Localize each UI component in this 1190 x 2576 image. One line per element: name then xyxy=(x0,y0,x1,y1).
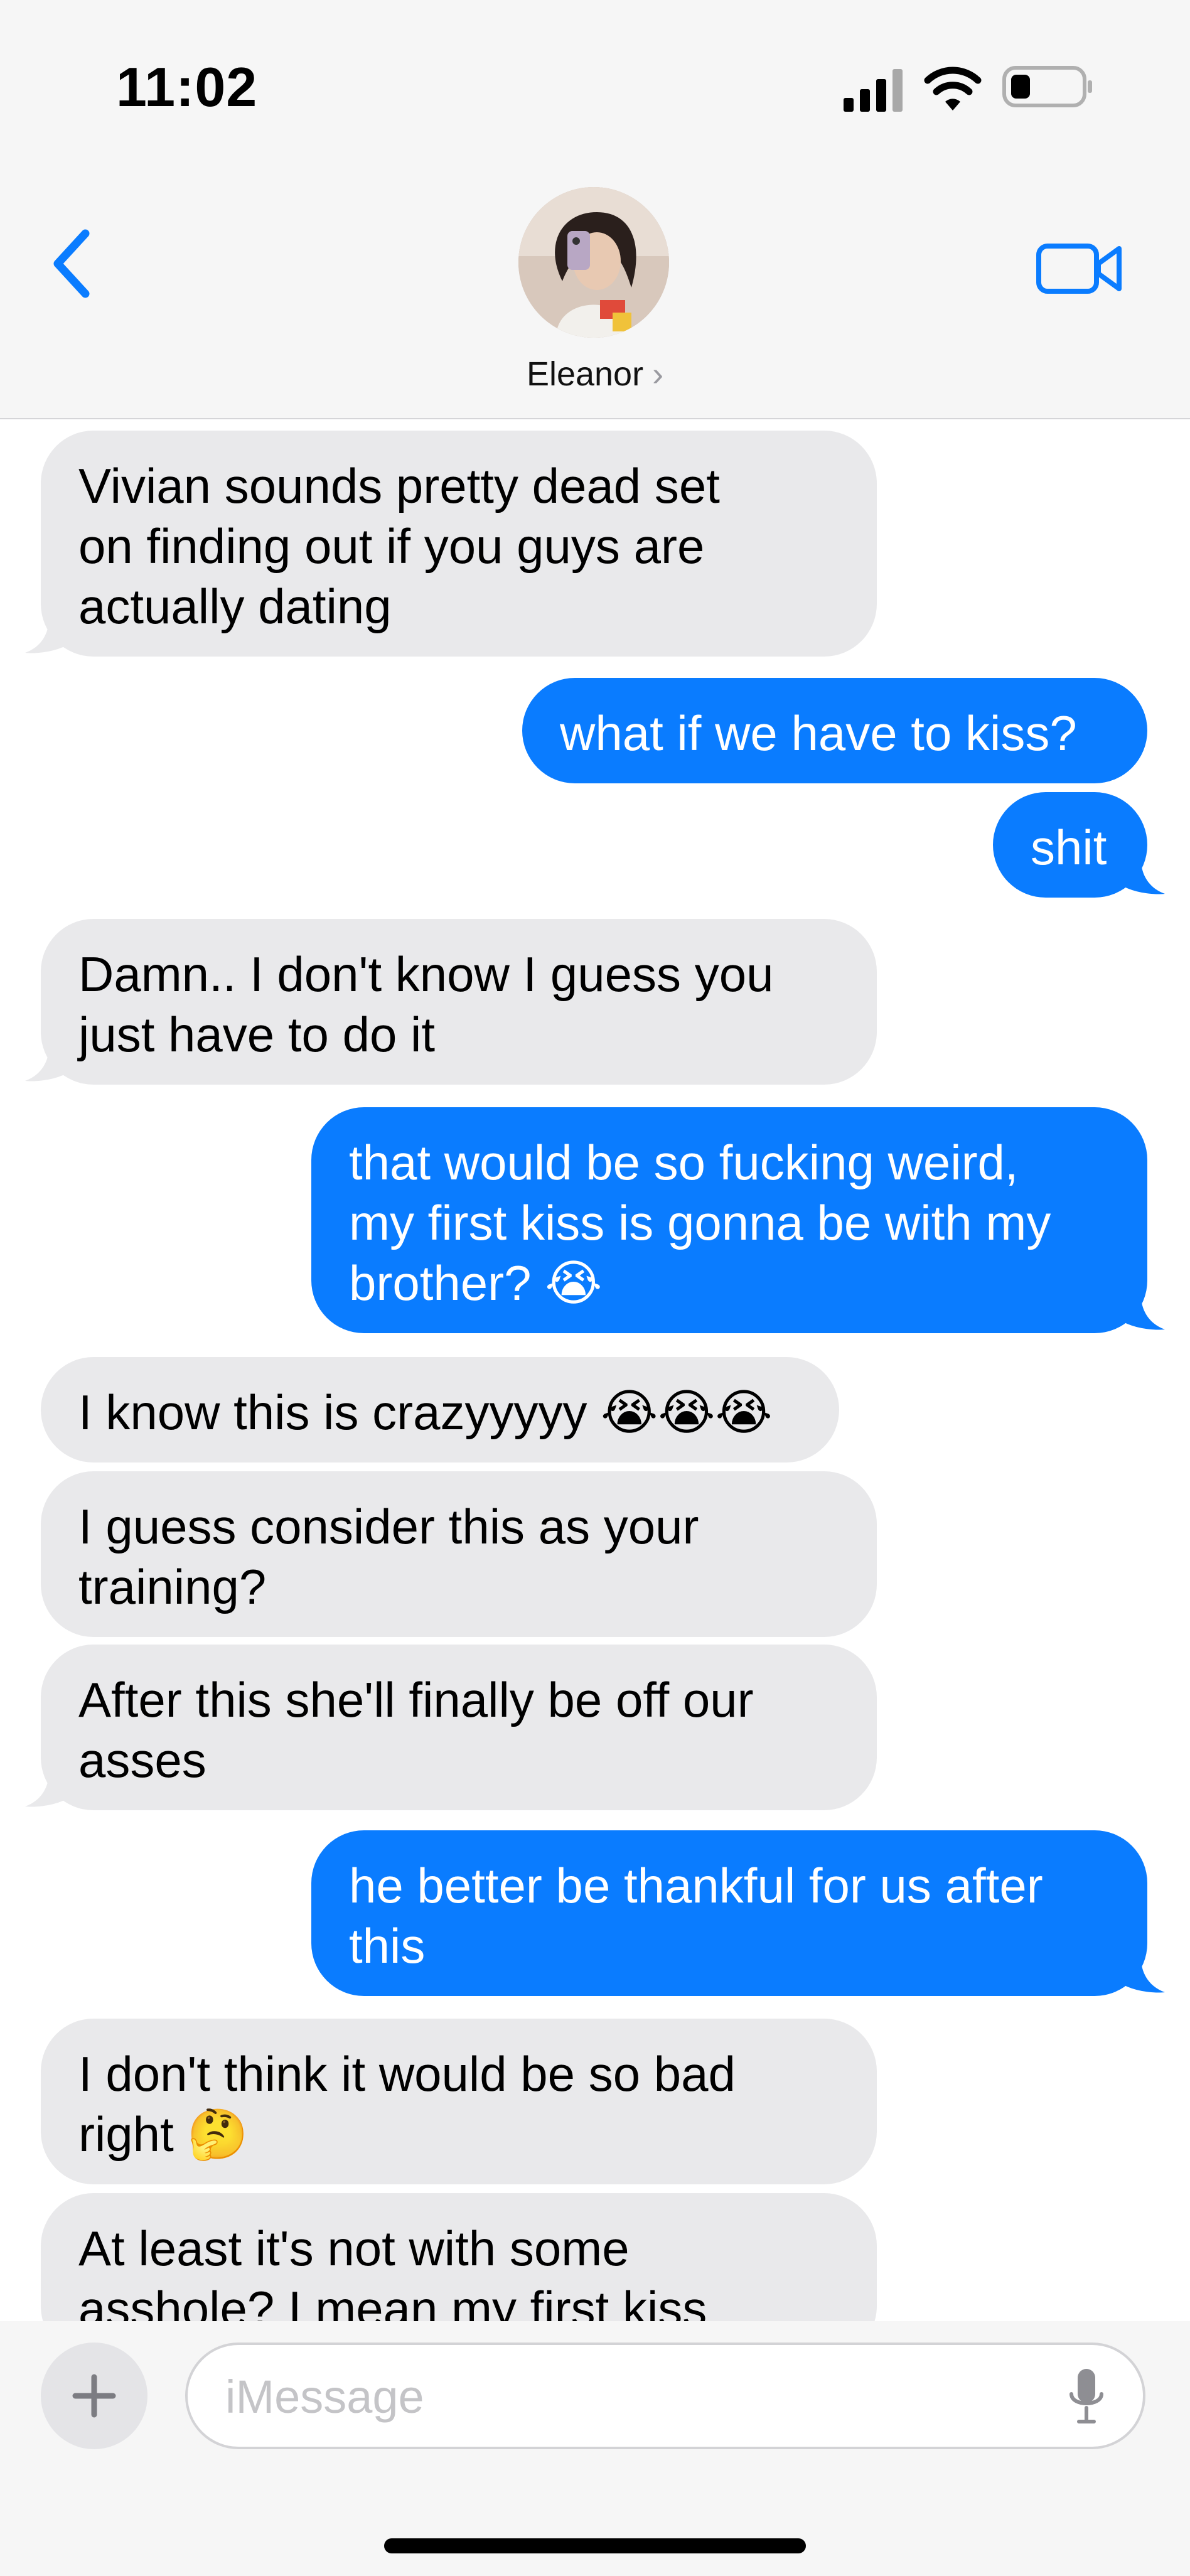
message-text: I know this is crazyyyyy 😭😭😭 xyxy=(78,1385,773,1440)
microphone-icon[interactable] xyxy=(1068,2368,1105,2425)
plus-icon xyxy=(72,2374,116,2418)
back-chevron-icon[interactable] xyxy=(44,226,100,301)
received-message-bubble[interactable]: I don't think it would be so bad right 🤔 xyxy=(41,2019,877,2184)
battery-icon xyxy=(1002,66,1092,107)
home-indicator xyxy=(384,2538,806,2553)
avatar-photo xyxy=(518,187,669,338)
message-input[interactable]: iMessage xyxy=(185,2343,1145,2449)
message-text: what if we have to kiss? xyxy=(560,706,1077,761)
message-input-placeholder: iMessage xyxy=(225,2371,424,2423)
sent-message-bubble[interactable]: what if we have to kiss? xyxy=(522,678,1147,783)
received-message-bubble[interactable]: At least it's not with some asshole? I m… xyxy=(41,2193,877,2321)
status-bar: 11:02 xyxy=(0,0,1190,157)
add-attachment-button[interactable] xyxy=(41,2343,147,2449)
message-text: shit xyxy=(1031,820,1107,875)
bubble-tail xyxy=(25,619,69,653)
message-text: I don't think it would be so bad right 🤔 xyxy=(78,2046,736,2162)
message-text: Damn.. I don't know I guess you just hav… xyxy=(78,947,774,1062)
status-time: 11:02 xyxy=(116,56,258,118)
sent-message-bubble[interactable]: he better be thankful for us after this xyxy=(311,1830,1147,1996)
bubble-tail xyxy=(25,1773,69,1807)
contact-avatar[interactable] xyxy=(518,187,669,338)
video-camera-icon[interactable] xyxy=(1036,239,1123,299)
received-message-bubble[interactable]: I guess consider this as your training? xyxy=(41,1471,877,1637)
bubble-tail xyxy=(1121,1958,1165,1993)
message-text: he better be thankful for us after this xyxy=(349,1858,1043,1973)
cellular-signal-icon xyxy=(844,69,903,112)
received-message-bubble[interactable]: Vivian sounds pretty dead set on finding… xyxy=(41,431,877,657)
contact-name[interactable]: Eleanor › xyxy=(0,355,1190,394)
message-text: At least it's not with some asshole? I m… xyxy=(78,2221,707,2321)
message-text: that would be so fucking weird, my first… xyxy=(349,1135,1051,1311)
wifi-icon xyxy=(924,67,982,110)
conversation-header: Eleanor › xyxy=(0,157,1190,420)
message-text: After this she'll finally be off our ass… xyxy=(78,1672,754,1788)
chevron-right-icon: › xyxy=(652,355,664,393)
contact-name-text: Eleanor xyxy=(526,355,644,393)
message-list[interactable]: Vivian sounds pretty dead set on finding… xyxy=(0,419,1190,2321)
message-text: I guess consider this as your training? xyxy=(78,1499,699,1614)
sent-message-bubble[interactable]: that would be so fucking weird, my first… xyxy=(311,1107,1147,1333)
bubble-tail xyxy=(1121,1296,1165,1330)
bubble-tail xyxy=(1121,860,1165,894)
received-message-bubble[interactable]: Damn.. I don't know I guess you just hav… xyxy=(41,919,877,1085)
message-text: Vivian sounds pretty dead set on finding… xyxy=(78,458,720,634)
received-message-bubble[interactable]: I know this is crazyyyyy 😭😭😭 xyxy=(41,1357,839,1462)
bubble-tail xyxy=(25,1047,69,1081)
compose-bar: iMessage xyxy=(0,2321,1190,2576)
received-message-bubble[interactable]: After this she'll finally be off our ass… xyxy=(41,1645,877,1810)
